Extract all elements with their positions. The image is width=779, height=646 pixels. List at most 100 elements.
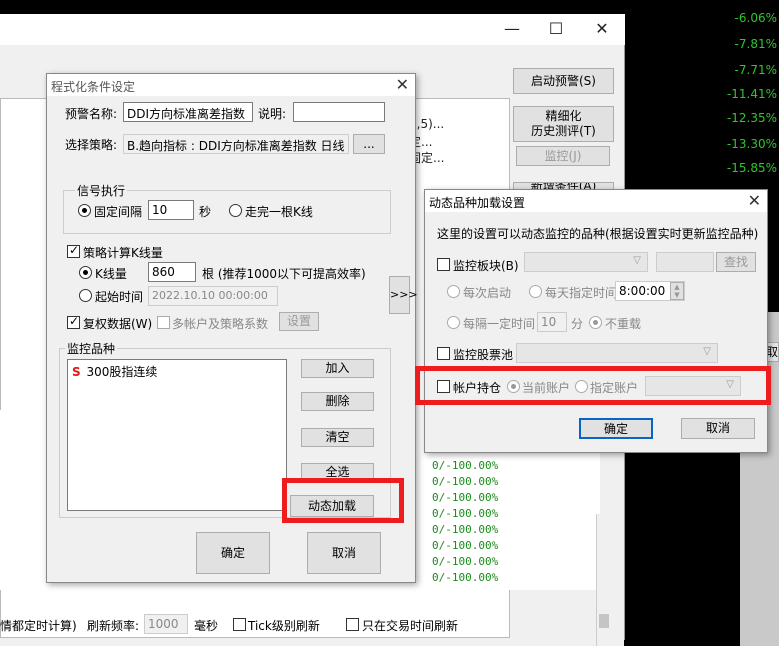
pct-value: -7.81% (734, 37, 777, 51)
pool-select[interactable]: ▽ (516, 343, 718, 363)
block-search-input[interactable] (656, 252, 714, 272)
main-titlebar: — ☐ ✕ (0, 14, 625, 45)
grid-value: 0/-100.00% (432, 491, 499, 504)
daily-time-radio[interactable] (529, 285, 542, 298)
finish-kline-label: 走完一根K线 (245, 205, 313, 219)
no-repeat-label: 不重载 (605, 317, 642, 331)
block-select[interactable]: ▽ (524, 252, 648, 272)
calc-mode-text: 情都定时计算) (0, 619, 77, 633)
start-time-input[interactable]: 2022.10.10 00:00:00 (148, 286, 278, 306)
pct-value: -12.35% (726, 111, 777, 125)
stock-type-tag: S (72, 365, 81, 379)
fixed-interval-input[interactable]: 10 (148, 200, 194, 220)
grid-value: 0/-100.00% (432, 555, 499, 568)
start-time-label: 起始时间 (95, 290, 144, 304)
interval-input[interactable]: 10 (537, 312, 567, 332)
grid-value: 0/-100.00% (432, 523, 499, 536)
pct-value: -11.41% (726, 87, 777, 101)
description-label: 说明: (258, 107, 287, 121)
dialog-description: 这里的设置可以动态监控的品种(根据设置实时更新监控品种) (437, 227, 759, 241)
ok-button[interactable]: 确定 (196, 532, 270, 574)
refresh-unit: 毫秒 (194, 619, 219, 633)
kline-count-radio[interactable] (79, 266, 92, 279)
add-button[interactable]: 加入 (301, 359, 374, 378)
multi-account-label: 多帐户及策略系数 (172, 317, 269, 331)
dialog-title: 程式化条件设定 (47, 74, 415, 96)
every-interval-radio[interactable] (447, 316, 460, 329)
chevron-down-icon: ▽ (703, 346, 711, 357)
ok-button[interactable]: 确定 (579, 418, 653, 439)
strategy-calc-label: 策略计算K线量 (83, 246, 163, 260)
pct-value: -6.06% (734, 11, 777, 25)
grid-value: 0/-100.00% (432, 571, 499, 584)
minutes-label: 分 (571, 317, 584, 331)
browse-strategy-button[interactable]: ... (353, 134, 385, 154)
delete-button[interactable]: 删除 (301, 392, 374, 411)
pct-value: -15.85% (726, 161, 777, 175)
monitor-block-label: 监控板块(B) (453, 259, 519, 273)
settings-button[interactable]: 设置 (279, 312, 319, 331)
monitor-button[interactable]: 监控(J) (516, 146, 610, 166)
clear-button[interactable]: 清空 (301, 428, 374, 447)
kline-count-input[interactable]: 860 (148, 262, 196, 282)
monitor-pool-checkbox[interactable] (437, 347, 450, 360)
grid-value: 0/-100.00% (432, 459, 499, 472)
start-alert-button[interactable]: 启动预警(S) (513, 68, 614, 94)
dialog-title: 动态品种加载设置 (425, 190, 767, 212)
pct-value: -7.71% (734, 63, 777, 77)
start-time-radio[interactable] (79, 289, 92, 302)
signal-group-title: 信号执行 (75, 182, 128, 199)
strategy-label: 选择策略: (65, 138, 118, 152)
chevron-down-icon: ▽ (633, 255, 641, 266)
expand-button[interactable]: >>> (389, 276, 418, 314)
kline-count-hint: 根 (推荐1000以下可提高效率) (202, 267, 366, 281)
list-item[interactable]: S 300股指连续 (72, 363, 157, 380)
stock-name: 300股指连续 (86, 365, 158, 379)
kline-count-label: K线量 (95, 267, 127, 281)
highlight-account-position (415, 366, 771, 405)
restore-rights-label: 复权数据(W) (83, 317, 153, 331)
tick-refresh-checkbox[interactable] (233, 618, 246, 631)
every-interval-label: 每隔一定时间 (463, 317, 536, 331)
restore-rights-checkbox[interactable] (67, 314, 80, 329)
close-icon[interactable]: ✕ (748, 191, 761, 210)
multi-account-checkbox[interactable] (157, 316, 170, 329)
strategy-calc-checkbox[interactable] (67, 243, 80, 258)
seconds-label: 秒 (199, 205, 212, 219)
alert-name-input[interactable]: DDI方向标准离差指数 (123, 102, 253, 122)
monitor-list[interactable]: S 300股指连续 (67, 359, 287, 511)
pct-value: -13.30% (726, 137, 777, 151)
fixed-interval-radio[interactable] (78, 204, 91, 217)
daily-time-label: 每天指定时间 (545, 286, 618, 300)
tick-refresh-label: Tick级别刷新 (248, 619, 320, 633)
time-spinner[interactable]: ▲ ▼ (670, 282, 684, 300)
alert-name-label: 预警名称: (65, 107, 118, 121)
grid-value: 0/-100.00% (432, 507, 499, 520)
minimize-icon[interactable]: — (500, 18, 524, 42)
cancel-button[interactable]: 取消 (307, 532, 381, 574)
trade-time-label: 只在交易时间刷新 (362, 619, 459, 633)
finish-kline-radio[interactable] (229, 204, 242, 217)
dynamic-load-dialog: 动态品种加载设置 ✕ 这里的设置可以动态监控的品种(根据设置实时更新监控品种) … (424, 189, 768, 453)
grid-value: 0/-100.00% (432, 539, 499, 552)
bottom-bar: 情都定时计算) 刷新频率: 1000 毫秒 Tick级别刷新 只在交易时间刷新 (0, 612, 625, 638)
monitor-pool-label: 监控股票池 (453, 348, 514, 362)
description-input[interactable] (293, 102, 385, 122)
close-icon[interactable]: ✕ (396, 75, 409, 94)
refresh-label: 刷新频率: (87, 619, 140, 633)
maximize-icon[interactable]: ☐ (544, 18, 568, 42)
strategy-input[interactable]: B.趋向指标 : DDI方向标准离差指数 日线 (123, 134, 349, 154)
cancel-button[interactable]: 取消 (681, 418, 755, 439)
monitor-group-title: 监控品种 (65, 340, 118, 357)
refresh-input[interactable]: 1000 (144, 614, 188, 634)
fixed-interval-label: 固定间隔 (94, 205, 143, 219)
history-eval-button[interactable]: 精细化 历史测评(T) (513, 106, 614, 142)
each-start-radio[interactable] (447, 285, 460, 298)
close-icon[interactable]: ✕ (590, 18, 614, 42)
no-repeat-radio[interactable] (589, 316, 602, 329)
grid-value: 0/-100.00% (432, 475, 499, 488)
highlight-dynamic-load (282, 478, 404, 523)
find-button[interactable]: 查找 (716, 252, 756, 272)
trade-time-checkbox[interactable] (346, 618, 359, 631)
monitor-block-checkbox[interactable] (437, 258, 450, 271)
